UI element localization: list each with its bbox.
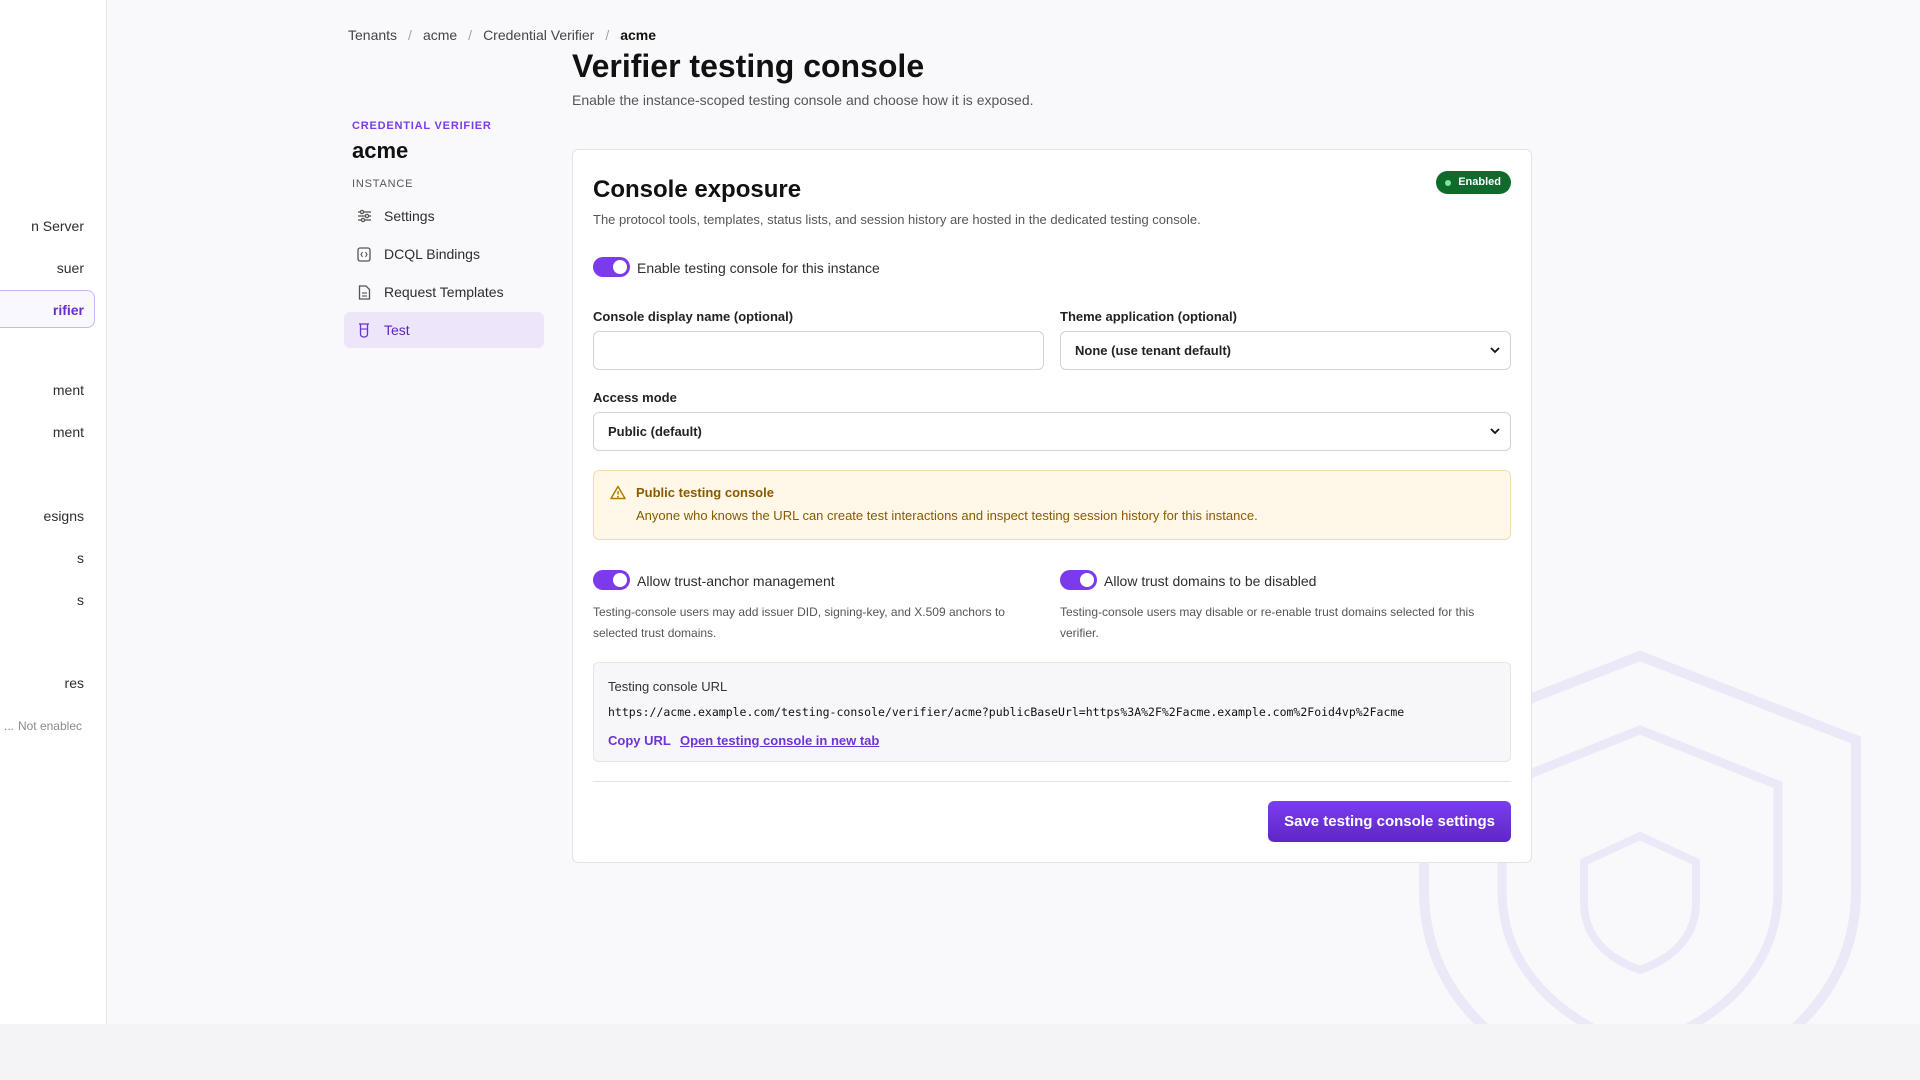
warning-triangle-icon bbox=[610, 485, 626, 505]
sidebar-item-settings[interactable]: Settings bbox=[344, 198, 544, 234]
sidebar-item-test[interactable]: Test bbox=[344, 312, 544, 348]
sidebar-item-label: DCQL Bindings bbox=[384, 246, 480, 262]
console-exposure-card: Console exposure Enabled The protocol to… bbox=[572, 149, 1532, 863]
sidebar-instance-title: acme bbox=[352, 138, 409, 163]
app-nav-item-8[interactable]: s bbox=[0, 581, 94, 619]
access-mode-select-value: Public (default) bbox=[608, 424, 702, 439]
theme-label: Theme application (optional) bbox=[1060, 309, 1237, 324]
testing-console-url-box: Testing console URL https://acme.example… bbox=[593, 662, 1511, 762]
sidebar-kicker: CREDENTIAL VERIFIER bbox=[352, 120, 492, 132]
app-nav-item-server[interactable]: n Server bbox=[0, 207, 94, 245]
app-nav-item-7[interactable]: s bbox=[0, 539, 94, 577]
app-nav-item-management-2[interactable]: ment bbox=[0, 413, 94, 451]
trust-domain-label: Allow trust domains to be disabled bbox=[1104, 573, 1317, 589]
sidebar-item-label: Request Templates bbox=[384, 284, 504, 300]
app-nav-item-issuer[interactable]: suer bbox=[0, 249, 94, 287]
warning-title: Public testing console bbox=[636, 485, 774, 500]
page-title: Verifier testing console bbox=[572, 48, 925, 84]
divider bbox=[593, 781, 1511, 782]
trust-domain-help: Testing-console users may disable or re-… bbox=[1060, 605, 1475, 640]
url-label: Testing console URL bbox=[608, 679, 728, 694]
breadcrumb: Tenants / acme / Credential Verifier / a… bbox=[348, 27, 657, 43]
breadcrumb-current: acme bbox=[620, 27, 657, 43]
enable-console-toggle[interactable] bbox=[593, 257, 630, 277]
app-sidebar: n Server suer rifier ment ment esigns s … bbox=[0, 0, 107, 1024]
app-nav-item-verifier[interactable]: rifier bbox=[0, 290, 95, 328]
app-nav-item-features[interactable]: res bbox=[0, 664, 94, 702]
sidebar-item-label: Settings bbox=[384, 208, 435, 224]
status-badge: Enabled bbox=[1436, 171, 1511, 194]
sidebar-item-request-templates[interactable]: Request Templates bbox=[344, 274, 544, 310]
public-console-warning: Public testing console Anyone who knows … bbox=[593, 470, 1511, 540]
breadcrumb-credential-verifier[interactable]: Credential Verifier bbox=[483, 27, 594, 43]
not-enabled-status: Not enablec bbox=[17, 719, 82, 733]
app-nav-item-management-1[interactable]: ment bbox=[0, 371, 94, 409]
warning-text: Anyone who knows the URL can create test… bbox=[636, 508, 1258, 523]
display-name-label: Console display name (optional) bbox=[593, 309, 794, 324]
bottom-band bbox=[0, 1024, 1920, 1080]
app-nav-item-designs[interactable]: esigns bbox=[0, 497, 94, 535]
card-description: The protocol tools, templates, status li… bbox=[593, 212, 1201, 227]
access-mode-label: Access mode bbox=[593, 390, 677, 405]
app-nav-item-not-enabled[interactable]: ... Not enablec bbox=[0, 707, 94, 745]
chevron-down-icon bbox=[1490, 413, 1500, 450]
enable-console-label: Enable testing console for this instance bbox=[637, 260, 880, 276]
theme-select[interactable]: None (use tenant default) bbox=[1060, 331, 1511, 370]
card-title: Console exposure bbox=[593, 176, 802, 203]
save-settings-button[interactable]: Save testing console settings bbox=[1268, 801, 1511, 842]
trust-anchor-label: Allow trust-anchor management bbox=[637, 573, 835, 589]
breadcrumb-tenant-acme[interactable]: acme bbox=[423, 27, 457, 43]
sidebar-item-dcql-bindings[interactable]: DCQL Bindings bbox=[344, 236, 544, 272]
sliders-icon bbox=[356, 208, 372, 224]
trust-domain-toggle[interactable] bbox=[1060, 570, 1097, 590]
flask-icon bbox=[356, 322, 372, 338]
chevron-down-icon bbox=[1490, 332, 1500, 369]
sidebar-item-label: Test bbox=[384, 322, 410, 338]
access-mode-select[interactable]: Public (default) bbox=[593, 412, 1511, 451]
page-subtitle: Enable the instance-scoped testing conso… bbox=[572, 92, 1034, 108]
copy-url-link[interactable]: Copy URL bbox=[608, 733, 671, 748]
open-console-link[interactable]: Open testing console in new tab bbox=[680, 733, 879, 748]
instance-sidebar: CREDENTIAL VERIFIER acme INSTANCE Settin… bbox=[344, 120, 544, 350]
theme-select-value: None (use tenant default) bbox=[1075, 343, 1232, 358]
sidebar-section-label: INSTANCE bbox=[352, 178, 414, 190]
code-bracket-icon bbox=[356, 246, 372, 262]
breadcrumb-tenants[interactable]: Tenants bbox=[348, 27, 397, 43]
url-value: https://acme.example.com/testing-console… bbox=[608, 705, 1405, 719]
display-name-input[interactable] bbox=[593, 331, 1044, 370]
trust-anchor-help: Testing-console users may add issuer DID… bbox=[593, 605, 1005, 640]
trust-anchor-toggle[interactable] bbox=[593, 570, 630, 590]
document-icon bbox=[356, 284, 372, 300]
